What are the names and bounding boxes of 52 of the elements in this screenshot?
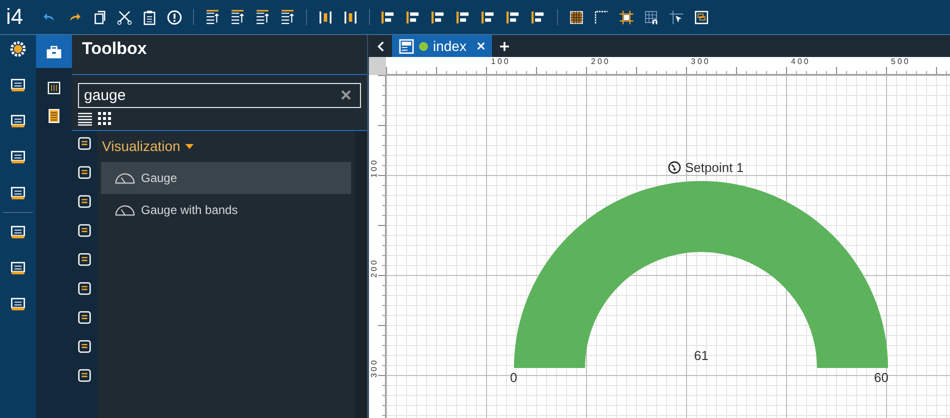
ruler-label: 100 (491, 57, 510, 67)
clear-icon[interactable] (341, 90, 351, 100)
align-icon[interactable] (254, 8, 272, 26)
ruler-label: 100 (370, 158, 380, 178)
grid-magnet-icon[interactable] (643, 8, 660, 26)
gauge-icon (115, 204, 135, 216)
ruler-label: 300 (370, 358, 380, 378)
gauge-icon (668, 161, 681, 174)
align-icon[interactable] (279, 8, 296, 26)
list-view-icon[interactable] (78, 112, 92, 126)
search-field[interactable]: gauge (78, 83, 361, 108)
status-dot (419, 42, 428, 50)
gauge-min-label: 0 (510, 370, 518, 385)
document-tab[interactable]: index (392, 35, 492, 57)
ruler-label: 500 (891, 57, 910, 67)
ruler-label: 200 (370, 258, 380, 278)
toolbox-button[interactable] (36, 35, 72, 68)
gauge-value: 61 (694, 348, 708, 363)
distribute-icon[interactable] (342, 8, 360, 26)
gauge-arc[interactable] (514, 181, 888, 368)
plus-icon (500, 42, 509, 50)
grid-icon[interactable] (568, 8, 586, 26)
gauge-title: Setpoint 1 (685, 160, 744, 175)
ruler-icon[interactable] (593, 8, 610, 26)
scrollbar[interactable] (355, 131, 367, 418)
group-icon[interactable] (693, 8, 710, 26)
gauge-max-label: 60 (874, 370, 888, 385)
toolbox-item[interactable]: Gauge (101, 162, 351, 194)
align-icon[interactable] (229, 8, 246, 26)
snap-icon[interactable] (618, 8, 636, 26)
chevron-left-icon (376, 40, 384, 52)
align-icon[interactable] (204, 8, 222, 26)
scissors-icon[interactable] (116, 8, 134, 26)
cursor-icon[interactable] (668, 8, 686, 26)
gear-icon[interactable] (9, 40, 27, 58)
ruler-label: 200 (591, 57, 610, 67)
ruler-label: 300 (691, 57, 710, 67)
category-header[interactable]: Visualization (101, 135, 351, 162)
ruler-corner (369, 57, 386, 75)
grid-view-icon[interactable] (98, 112, 112, 126)
app-logo: i4 (6, 4, 24, 30)
document-icon[interactable] (46, 108, 62, 124)
panel-title: Toolbox (72, 35, 367, 75)
distribute-icon[interactable] (317, 8, 334, 26)
page-icon (399, 38, 414, 54)
close-icon[interactable] (477, 42, 486, 50)
caret-icon (185, 144, 194, 148)
tab-label: index (433, 38, 466, 54)
ruler-label: 400 (791, 57, 810, 67)
gauge-icon (115, 172, 135, 184)
toolbox-item[interactable]: Gauge with bands (101, 194, 351, 226)
exclamation-icon[interactable] (166, 8, 184, 26)
